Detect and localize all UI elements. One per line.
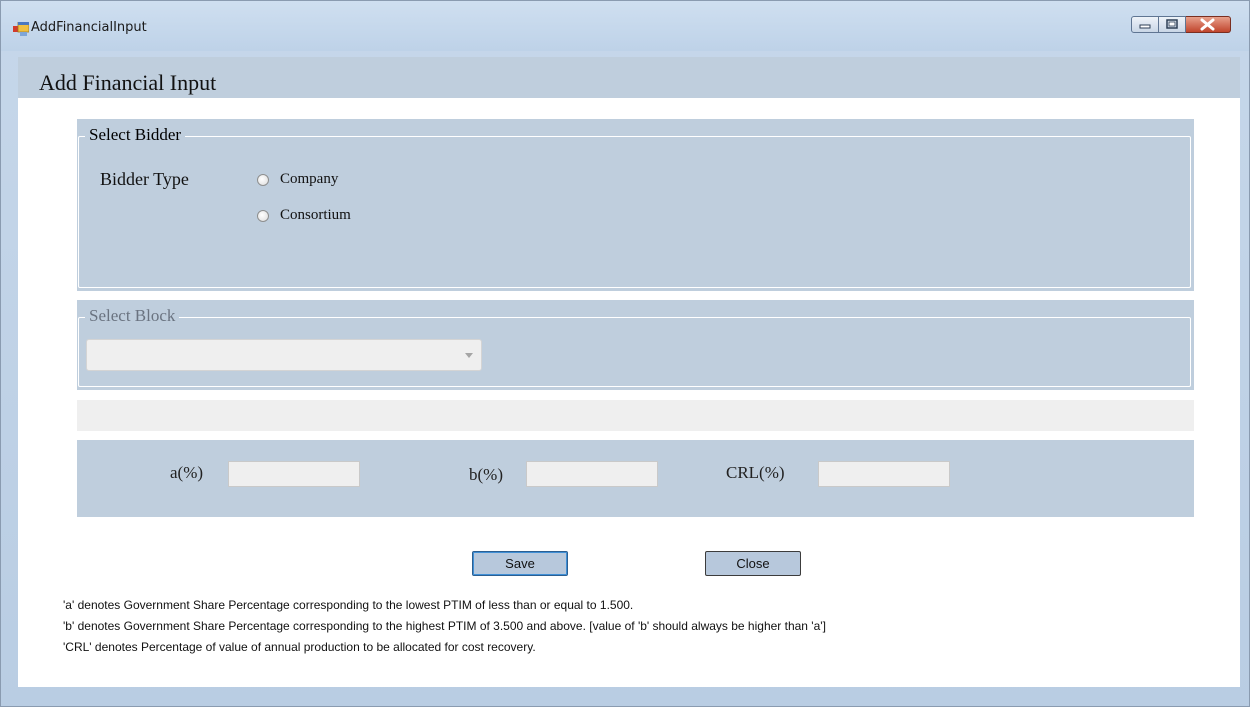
form-client-area: Add Financial Input Select Bidder Bidder… [18,57,1240,687]
b-percent-label: b(%) [469,465,503,484]
a-percent-label: a(%) [170,463,204,482]
radio-company[interactable]: Company [257,171,338,188]
block-dropdown[interactable] [86,339,482,371]
maximize-button[interactable] [1159,16,1186,33]
close-button[interactable]: Close [705,551,801,576]
note-crl: 'CRL' denotes Percentage of value of ann… [63,640,536,654]
b-percent-input[interactable] [526,461,658,487]
percentage-inputs-panel: a(%) b(%) CRL(%) [77,440,1194,517]
close-window-button[interactable] [1186,16,1231,33]
page-title: Add Financial Input [39,70,217,95]
bidder-type-label: Bidder Type [100,169,189,189]
radio-button[interactable] [257,209,269,222]
select-bidder-group: Select Bidder Bidder Type Company Consor… [77,119,1194,291]
note-b: 'b' denotes Government Share Percentage … [63,619,826,633]
radio-button[interactable] [257,173,269,186]
minimize-icon [1139,24,1151,29]
select-bidder-legend: Select Bidder [85,125,186,145]
note-a: 'a' denotes Government Share Percentage … [63,598,634,612]
chevron-down-icon[interactable] [465,353,473,358]
select-block-legend: Select Block [85,306,180,326]
maximize-icon [1166,19,1178,29]
window-title: AddFinancialInput [31,20,147,35]
title-bar[interactable]: AddFinancialInput [1,1,1249,51]
select-bidder-border [78,136,1191,288]
a-percent-input[interactable] [228,461,360,487]
close-icon [1200,18,1215,31]
minimize-button[interactable] [1131,16,1159,33]
radio-consortium-label: Consortium [280,207,351,223]
crl-percent-label: CRL(%) [726,463,785,482]
crl-percent-input[interactable] [818,461,950,487]
status-strip [77,400,1194,431]
radio-consortium[interactable]: Consortium [257,207,351,224]
application-window: AddFinancialInput Add Financial Input Se… [0,0,1250,707]
app-window-icon [13,22,29,36]
save-button[interactable]: Save [472,551,568,576]
header-band: Add Financial Input [18,57,1240,98]
window-controls [1131,16,1231,35]
radio-company-label: Company [280,171,339,187]
